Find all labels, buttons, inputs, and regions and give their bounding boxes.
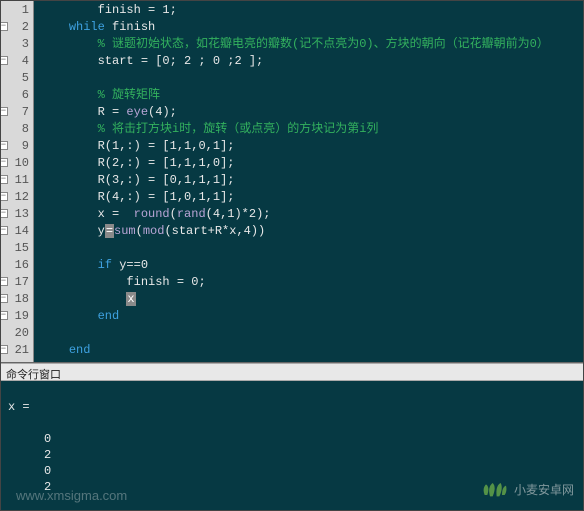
line-number: 10−: [0, 155, 29, 172]
code-line[interactable]: finish = 1;: [40, 2, 584, 19]
fold-toggle-icon[interactable]: −: [0, 345, 8, 354]
line-number: 2−: [0, 19, 29, 36]
line-number: 7−: [0, 104, 29, 121]
code-line[interactable]: finish = 0;: [40, 274, 584, 291]
line-number: 13−: [0, 206, 29, 223]
code-line[interactable]: while finish: [40, 19, 584, 36]
code-line[interactable]: x: [40, 291, 584, 308]
line-number: 8: [0, 121, 29, 138]
line-number: 3: [0, 36, 29, 53]
line-number: 5: [0, 70, 29, 87]
line-number: 17−: [0, 274, 29, 291]
code-line[interactable]: % 旋转矩阵: [40, 87, 584, 104]
line-number: 1: [0, 2, 29, 19]
code-area[interactable]: finish = 1; while finish % 谜题初始状态，如花瓣电亮的…: [34, 0, 584, 362]
fold-toggle-icon[interactable]: −: [0, 192, 8, 201]
fold-toggle-icon[interactable]: −: [0, 277, 8, 286]
code-line[interactable]: R(1,:) = [1,1,0,1];: [40, 138, 584, 155]
line-number: 12−: [0, 189, 29, 206]
line-number: 15: [0, 240, 29, 257]
line-number: 14−: [0, 223, 29, 240]
code-line[interactable]: x = round(rand(4,1)*2);: [40, 206, 584, 223]
code-line[interactable]: R(3,:) = [0,1,1,1];: [40, 172, 584, 189]
code-line[interactable]: if y==0: [40, 257, 584, 274]
line-number: 21−: [0, 342, 29, 359]
fold-toggle-icon[interactable]: −: [0, 209, 8, 218]
line-number: 6: [0, 87, 29, 104]
code-line[interactable]: R(4,:) = [1,0,1,1];: [40, 189, 584, 206]
line-number: 16: [0, 257, 29, 274]
fold-toggle-icon[interactable]: −: [0, 56, 8, 65]
code-line[interactable]: [40, 70, 584, 87]
code-line[interactable]: end: [40, 342, 584, 359]
fold-toggle-icon[interactable]: −: [0, 22, 8, 31]
code-line[interactable]: R(2,:) = [1,1,1,0];: [40, 155, 584, 172]
editor-pane[interactable]: 12−34−567−89−10−11−12−13−14−151617−18−19…: [0, 0, 584, 363]
code-line[interactable]: % 将击打方块i时，旋转（或点亮）的方块记为第i列: [40, 121, 584, 138]
line-number: 20: [0, 325, 29, 342]
fold-toggle-icon[interactable]: −: [0, 141, 8, 150]
fold-toggle-icon[interactable]: −: [0, 158, 8, 167]
line-number: 18−: [0, 291, 29, 308]
fold-toggle-icon[interactable]: −: [0, 226, 8, 235]
line-number-gutter: 12−34−567−89−10−11−12−13−14−151617−18−19…: [0, 0, 34, 362]
command-window[interactable]: x = 0 2 0 2: [0, 381, 584, 493]
line-number: 19−: [0, 308, 29, 325]
code-line[interactable]: end: [40, 308, 584, 325]
line-number: 4−: [0, 53, 29, 70]
line-number: 9−: [0, 138, 29, 155]
code-line[interactable]: [40, 240, 584, 257]
code-line[interactable]: y=sum(mod(start+R*x,4)): [40, 223, 584, 240]
line-number: 11−: [0, 172, 29, 189]
code-line[interactable]: R = eye(4);: [40, 104, 584, 121]
command-window-title: 命令行窗口: [0, 363, 584, 381]
code-line[interactable]: [40, 325, 584, 342]
fold-toggle-icon[interactable]: −: [0, 294, 8, 303]
fold-toggle-icon[interactable]: −: [0, 107, 8, 116]
code-line[interactable]: start = [0; 2 ; 0 ;2 ];: [40, 53, 584, 70]
code-line[interactable]: % 谜题初始状态，如花瓣电亮的瓣数(记不点亮为0)、方块的朝向（记花瓣朝前为0）: [40, 36, 584, 53]
fold-toggle-icon[interactable]: −: [0, 311, 8, 320]
fold-toggle-icon[interactable]: −: [0, 175, 8, 184]
